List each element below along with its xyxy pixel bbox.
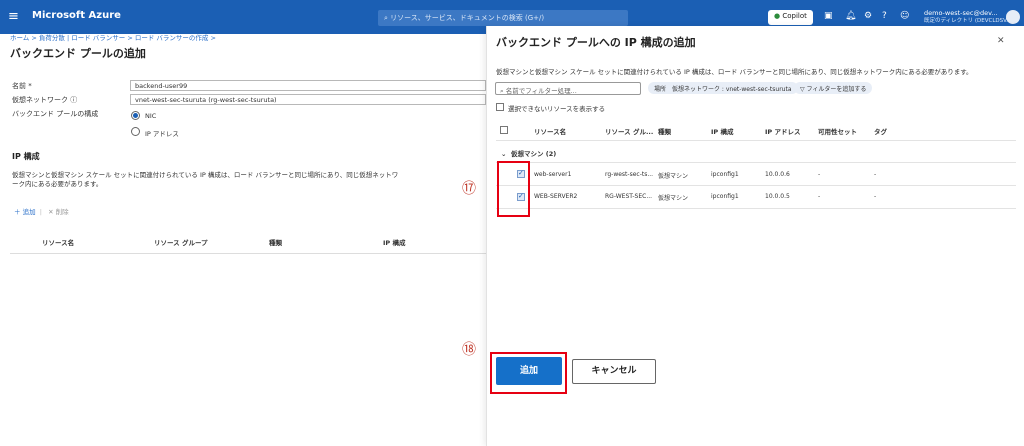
panel-description: 仮想マシンと仮想マシン スケール セットに関連付けられている IP 構成は、ロー… xyxy=(496,68,973,76)
divider xyxy=(496,208,1016,209)
account-menu[interactable]: demo-west-sec@dev... 既定のディレクトリ (DEVCLDSV… xyxy=(924,9,1011,25)
copilot-button[interactable]: ● Copilot xyxy=(768,10,813,25)
checkbox-highlight xyxy=(497,161,530,217)
divider xyxy=(496,162,1016,163)
column-header[interactable]: IP 構成 xyxy=(711,126,733,136)
close-icon[interactable]: ✕ xyxy=(997,36,1005,46)
column-header[interactable]: リソース グル... xyxy=(605,126,653,136)
add-button[interactable]: 追加 xyxy=(496,357,562,385)
cloud-shell-icon[interactable]: ▣ xyxy=(824,11,833,21)
row-resource-name: WEB-SERVER2 xyxy=(534,193,578,200)
filter-by-name-input[interactable]: ⌕ 名前でフィルター処理... xyxy=(495,82,641,95)
panel-title: バックエンド プールへの IP 構成の追加 xyxy=(496,36,696,49)
row-type: 仮想マシン xyxy=(658,195,689,202)
ip-address-radio-label: IP アドレス xyxy=(145,130,179,138)
name-field[interactable]: backend-user99 xyxy=(130,80,486,91)
column-header[interactable]: 種類 xyxy=(269,237,282,247)
column-header[interactable]: IP アドレス xyxy=(765,126,800,136)
step-17-label: ⑰ xyxy=(462,181,476,197)
row-ip-config: ipconfig1 xyxy=(711,193,739,200)
config-label: バックエンド プールの構成 xyxy=(12,110,99,118)
vnet-label: 仮想ネットワーク ⓘ xyxy=(12,96,78,104)
row-ip-address: 10.0.0.6 xyxy=(765,171,790,178)
notifications-icon[interactable]: 🔔︎ xyxy=(845,11,856,21)
page-title: バックエンド プールの追加 xyxy=(10,47,146,60)
cancel-button[interactable]: キャンセル xyxy=(572,359,656,384)
vm-group-header[interactable]: ⌄ 仮想マシン (2) xyxy=(501,148,556,158)
divider xyxy=(10,253,486,254)
settings-icon[interactable]: ⚙ xyxy=(864,11,872,21)
row-type: 仮想マシン xyxy=(658,173,689,180)
account-directory: 既定のディレクトリ (DEVCLDSV... xyxy=(924,18,1012,24)
ip-config-section-title: IP 構成 xyxy=(12,152,40,161)
step-18-label: ⑱ xyxy=(462,342,476,358)
info-icon: ⓘ xyxy=(70,96,78,104)
column-header[interactable]: リソース グループ xyxy=(154,237,208,247)
copilot-icon: ● xyxy=(774,12,781,20)
ip-config-description: 仮想マシンと仮想マシン スケール セットに関連付けられている IP 構成は、ロー… xyxy=(12,171,399,188)
row-tag: - xyxy=(874,171,877,178)
column-header[interactable]: 可用性セット xyxy=(818,126,857,136)
menu-icon[interactable]: ≡ xyxy=(8,9,19,24)
row-resource-group: RG-WEST-SEC... xyxy=(605,193,653,200)
show-unselectable-label: 選択できないリソースを表示する xyxy=(508,105,606,113)
row-ip-address: 10.0.0.5 xyxy=(765,193,790,200)
add-filter-pill[interactable]: ▽ フィルターを追加する xyxy=(794,82,873,94)
column-header[interactable]: IP 構成 xyxy=(383,237,405,247)
feedback-icon[interactable]: ☺ xyxy=(900,11,909,21)
more-options-icon[interactable]: ... xyxy=(136,47,145,57)
row-ip-config: ipconfig1 xyxy=(711,171,739,178)
select-all-checkbox[interactable] xyxy=(500,126,508,134)
ip-config-toolbar: ＋ 追加 | ✕ 削除 xyxy=(14,208,69,216)
nic-radio[interactable] xyxy=(131,111,140,120)
column-header[interactable]: 種類 xyxy=(658,126,671,136)
row-resource-group: rg-west-sec-ts... xyxy=(605,171,654,178)
avatar[interactable] xyxy=(1006,10,1020,24)
vnet-field[interactable]: vnet-west-sec-tsuruta (rg-west-sec-tsuru… xyxy=(130,94,486,105)
breadcrumb[interactable]: ホーム > 負荷分散 | ロード バランサー > ロード バランサーの作成 > xyxy=(10,32,216,42)
account-name: demo-west-sec@dev... xyxy=(924,9,998,17)
column-header[interactable]: リソース名 xyxy=(42,237,74,247)
nic-radio-label: NIC xyxy=(145,112,157,120)
chevron-down-icon: ⌄ xyxy=(501,150,509,158)
row-resource-name: web-server1 xyxy=(534,171,572,178)
row-tag: - xyxy=(874,193,877,200)
global-search-input[interactable]: ⌕ リソース、サービス、ドキュメントの検索 (G+/) xyxy=(378,10,628,26)
ip-address-radio[interactable] xyxy=(131,127,140,136)
divider xyxy=(496,140,1016,141)
add-filter-label: フィルターを追加する xyxy=(806,86,867,93)
delete-toolbar-button[interactable]: ✕ 削除 xyxy=(48,208,69,216)
show-unselectable-checkbox[interactable] xyxy=(496,103,504,111)
help-icon[interactable]: ? xyxy=(882,11,887,21)
vnet-filter-pill-label[interactable]: 仮想ネットワーク : vnet-west-sec-tsuruta xyxy=(666,82,798,94)
column-header[interactable]: タグ xyxy=(874,126,887,136)
brand-title[interactable]: Microsoft Azure xyxy=(32,10,121,21)
row-availability-set: - xyxy=(818,193,821,200)
divider xyxy=(496,185,1016,186)
column-header[interactable]: リソース名 xyxy=(534,126,566,136)
row-availability-set: - xyxy=(818,171,821,178)
name-label: 名前 * xyxy=(12,82,32,90)
add-toolbar-button[interactable]: ＋ 追加 xyxy=(14,208,36,216)
